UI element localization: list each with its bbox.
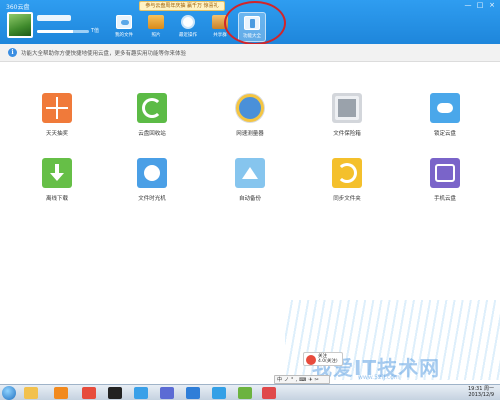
toolbar-label: 共享群 (213, 33, 227, 38)
photo-icon (148, 15, 164, 29)
promo-banner[interactable]: 参与云盘周年庆抽 赢千万 惊喜礼 (139, 1, 225, 11)
feature-label: 天天抽奖 (45, 131, 68, 137)
feature-label: 自动备份 (238, 196, 261, 202)
info-icon: i (8, 48, 17, 57)
ime-plane-icon[interactable]: ✈ (308, 377, 312, 383)
plane-icon[interactable] (186, 387, 200, 399)
app-title: 360云盘 (6, 4, 30, 11)
circle-icon[interactable] (262, 387, 276, 399)
feature-lottery[interactable]: 天天抽奖 (22, 93, 92, 137)
ime-scissors-icon[interactable]: ✂ (315, 377, 319, 383)
feature-phone-cloud[interactable]: 手机云盘 (410, 158, 480, 202)
speedometer-icon (235, 93, 265, 123)
notification-popup[interactable]: 关注 4.0(关注) (303, 352, 343, 366)
clock-date: 2013/12/9 (468, 392, 494, 398)
feature-label: 同步文件夹 (333, 196, 361, 202)
feature-time-machine[interactable]: 文件时光机 (117, 158, 187, 202)
feature-speed-meter[interactable]: 网速测量器 (215, 93, 285, 137)
close-icon[interactable]: × (488, 1, 496, 9)
fish-icon[interactable] (160, 387, 174, 399)
lottery-icon (42, 93, 72, 123)
clock-icon (181, 15, 195, 29)
phone-cloud-icon (430, 158, 460, 188)
popup-line-2: 4.0(关注) (318, 359, 338, 364)
maximize-icon[interactable]: □ (476, 1, 484, 9)
feature-label: 文件时光机 (138, 196, 166, 202)
system-clock[interactable]: 19:31 周一 2013/12/9 (468, 386, 494, 398)
browser-icon[interactable] (134, 387, 148, 399)
cloud-folder-icon (116, 15, 132, 29)
start-button[interactable] (2, 386, 16, 400)
feature-label: 云盘回收站 (138, 131, 166, 137)
feature-offline-download[interactable]: 离线下载 (22, 158, 92, 202)
qq-icon[interactable] (108, 387, 122, 399)
feature-label: 网速测量器 (236, 131, 264, 137)
feature-file-safe[interactable]: 文件保险箱 (312, 93, 382, 137)
ime-toolbar: 中 ノ ° , ⌨ ✈ ✂ (274, 375, 330, 384)
minimize-icon[interactable]: — (464, 1, 472, 9)
download-icon (42, 158, 72, 188)
toolbar-label: 最近操作 (179, 33, 197, 38)
toolbar-photos-button[interactable]: 照片 (142, 12, 170, 42)
weibo-icon (306, 355, 316, 365)
chrome-icon[interactable] (82, 387, 96, 399)
ime-degree-icon[interactable]: ° (291, 377, 294, 383)
ime-chinese-mode[interactable]: 中 (277, 376, 282, 383)
toolbar-label: 我的文件 (115, 33, 133, 38)
watermark-url: www.52ij.com (358, 374, 400, 381)
recycle-bin-icon (137, 93, 167, 123)
ime-moon-icon[interactable]: ノ (284, 376, 289, 383)
feature-label: 文件保险箱 (333, 131, 361, 137)
feature-label: 锁定云盘 (433, 131, 456, 137)
upload-backup-icon (235, 158, 265, 188)
feature-label: 手机云盘 (433, 196, 456, 202)
media-player-icon[interactable] (54, 387, 68, 399)
toolbar-my-files-button[interactable]: 我的文件 (110, 12, 138, 42)
storage-usage-bar (37, 30, 89, 33)
ime-keyboard-icon[interactable]: ⌨ (299, 377, 306, 383)
time-machine-icon (137, 158, 167, 188)
cloud-drive-icon[interactable] (212, 387, 226, 399)
red-highlight-circle (224, 1, 286, 45)
toolbar-label: 照片 (151, 33, 161, 38)
avatar[interactable] (7, 12, 33, 38)
cloud-lock-icon (430, 93, 460, 123)
storage-label: T值 (91, 28, 100, 34)
explorer-icon[interactable] (24, 387, 38, 399)
info-bar: i 功能大全帮助你方便快捷地使用云盘，更多有趣实用功能等你来体验 (0, 44, 500, 62)
feature-label: 离线下载 (45, 196, 68, 202)
chat-icon[interactable] (238, 387, 252, 399)
feature-recycle-bin[interactable]: 云盘回收站 (117, 93, 187, 137)
ime-punct-icon[interactable]: , (296, 377, 298, 383)
taskbar: 19:31 周一 2013/12/9 (0, 384, 500, 400)
window-controls: — □ × (464, 1, 496, 9)
popup-text: 关注 4.0(关注) (318, 354, 338, 364)
feature-sync-folder[interactable]: 同步文件夹 (312, 158, 382, 202)
account-name-masked (37, 15, 71, 21)
feature-auto-backup[interactable]: 自动备份 (215, 158, 285, 202)
safe-icon (332, 93, 362, 123)
storage-usage-fill (37, 30, 74, 33)
sync-folder-icon (332, 158, 362, 188)
feature-lock-cloud[interactable]: 锁定云盘 (410, 93, 480, 137)
info-text: 功能大全帮助你方便快捷地使用云盘，更多有趣实用功能等你来体验 (21, 51, 187, 57)
toolbar-recent-button[interactable]: 最近操作 (174, 12, 202, 42)
